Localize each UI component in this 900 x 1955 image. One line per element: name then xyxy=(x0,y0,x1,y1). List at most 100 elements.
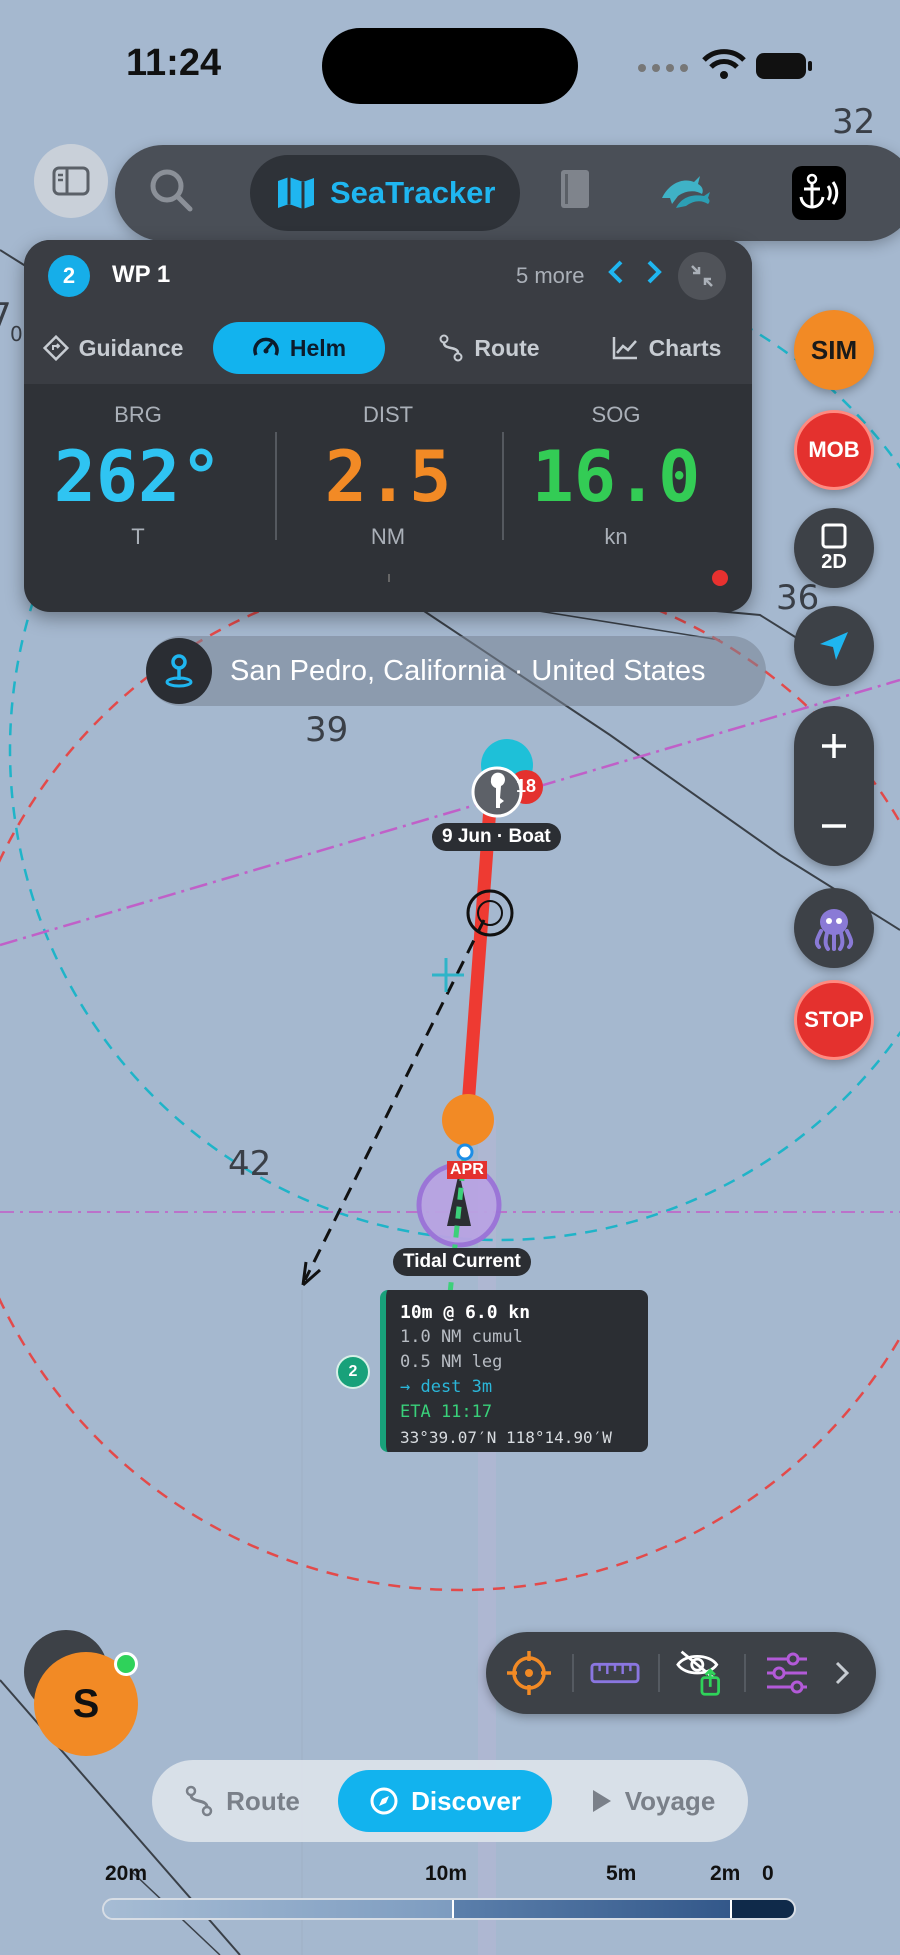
depth-label: 39 xyxy=(305,710,349,750)
metric-distance: DIST 2.5 NM xyxy=(274,384,502,594)
minus-icon xyxy=(822,824,846,828)
panel-tabs: Guidance Helm Route Charts xyxy=(24,312,752,384)
metric-label: SOG xyxy=(591,402,641,427)
waypoint-marker[interactable]: 2 xyxy=(336,1355,370,1389)
brand-button[interactable]: SeaTracker xyxy=(250,155,520,231)
anchor-alarm-button[interactable] xyxy=(792,166,846,220)
bottom-tab-voyage[interactable]: Voyage xyxy=(572,1770,732,1832)
diamond-arrow-icon xyxy=(42,335,69,361)
next-waypoint-button[interactable] xyxy=(644,258,664,294)
octopus-assistant-button[interactable] xyxy=(794,888,874,968)
waypoint-number-badge: 2 xyxy=(48,255,90,297)
zoom-out-button[interactable] xyxy=(794,786,874,866)
chart-line-icon xyxy=(612,337,637,360)
tab-charts[interactable]: Charts xyxy=(596,322,736,374)
tidal-current-label[interactable]: Tidal Current xyxy=(393,1248,531,1276)
tab-label: Route xyxy=(474,334,540,361)
depth-scale-bar xyxy=(102,1898,796,1920)
divider xyxy=(658,1654,660,1692)
collapse-icon xyxy=(691,265,713,287)
guidance-panel: 2 WP 1 5 more Guidance Helm Route Charts… xyxy=(24,240,752,612)
chevron-right-icon xyxy=(647,260,662,284)
divider xyxy=(744,1654,746,1692)
search-button[interactable] xyxy=(146,165,196,215)
book-icon xyxy=(561,170,589,208)
map-icon xyxy=(278,177,314,209)
location-pill[interactable]: San Pedro, California · United States xyxy=(146,636,766,706)
center-location-button[interactable] xyxy=(794,606,874,686)
dolphins-button[interactable] xyxy=(656,165,716,215)
mob-button[interactable]: MOB xyxy=(794,410,874,490)
boat-label[interactable]: 9 Jun · Boat xyxy=(432,823,561,851)
expand-tools-button[interactable] xyxy=(822,1648,862,1698)
sidebar-icon xyxy=(52,166,90,196)
compass-icon xyxy=(370,1787,398,1815)
tab-label: Guidance xyxy=(78,334,184,361)
depth-label: 42 xyxy=(228,1144,272,1184)
tab-label: Charts xyxy=(648,334,722,361)
visibility-share-button[interactable] xyxy=(676,1648,726,1698)
collapse-panel-button[interactable] xyxy=(678,252,726,300)
dolphins-icon xyxy=(662,176,710,208)
location-pin-icon xyxy=(146,638,212,704)
chevron-right-icon xyxy=(835,1661,850,1685)
view-mode-label: 2D xyxy=(821,550,847,573)
leg-coordinates: 33°39.07′N 118°14.90′W xyxy=(400,1428,612,1447)
leg-time-speed: 10m @ 6.0 kn xyxy=(400,1302,531,1323)
ruler-icon xyxy=(590,1662,640,1684)
route-icon xyxy=(185,1785,213,1817)
metric-unit: kn xyxy=(604,524,628,549)
sliders-icon xyxy=(767,1652,807,1694)
leg-eta: ETA 11:17 xyxy=(400,1402,493,1422)
metric-bearing: BRG 262° T xyxy=(24,384,252,594)
octopus-icon xyxy=(814,909,854,951)
location-text: San Pedro, California · United States xyxy=(230,654,706,687)
leg-dest: → dest 3m xyxy=(400,1377,493,1397)
prev-waypoint-button[interactable] xyxy=(606,258,626,294)
depth-label: 32 xyxy=(832,102,876,142)
crosshair-icon xyxy=(507,1651,551,1695)
sim-button[interactable]: SIM xyxy=(794,310,874,390)
ruler-button[interactable] xyxy=(590,1648,640,1698)
status-time: 11:24 xyxy=(126,42,222,84)
tab-label: Route xyxy=(226,1785,300,1816)
bottom-tab-discover[interactable]: Discover xyxy=(338,1770,552,1832)
crosshair-button[interactable] xyxy=(504,1648,554,1698)
gauge-icon xyxy=(253,337,279,356)
metric-sog: SOG 16.0 kn xyxy=(502,384,730,594)
layers-settings-button[interactable] xyxy=(762,1648,812,1698)
depth-band xyxy=(732,1900,794,1918)
view-mode-button[interactable]: 2D xyxy=(794,508,874,588)
leg-cumulative: 1.0 NM cumul xyxy=(400,1327,523,1347)
metric-value: 16.0 xyxy=(531,436,701,518)
leg-info-card[interactable]: 10m @ 6.0 kn 1.0 NM cumul 0.5 NM leg → d… xyxy=(380,1290,648,1452)
sidebar-toggle-button[interactable] xyxy=(34,144,108,218)
plus-icon xyxy=(822,734,846,758)
tab-guidance[interactable]: Guidance xyxy=(38,322,188,374)
more-waypoints-label: 5 more xyxy=(516,263,585,288)
depth-band xyxy=(454,1900,730,1918)
tab-helm[interactable]: Helm xyxy=(213,322,385,374)
depth-band xyxy=(104,1900,452,1918)
stop-button[interactable]: STOP xyxy=(794,980,874,1060)
depth-scale-label: 2m xyxy=(710,1862,741,1885)
recording-indicator xyxy=(712,570,728,586)
page-indicator xyxy=(388,574,390,582)
boat-badge: 18 xyxy=(516,776,537,796)
square-icon xyxy=(821,523,847,548)
anchor-alarm-icon xyxy=(799,173,839,209)
tab-route[interactable]: Route xyxy=(424,322,554,374)
visibility-share-icon xyxy=(676,1650,720,1696)
approach-tag: APR xyxy=(447,1161,487,1179)
signal-icon xyxy=(638,64,688,72)
metric-label: BRG xyxy=(114,402,162,427)
battery-icon xyxy=(756,53,812,79)
depth-scale-label: 5m xyxy=(606,1862,637,1885)
bottom-tab-route[interactable]: Route xyxy=(172,1770,312,1832)
metric-unit: T xyxy=(131,524,145,549)
search-icon xyxy=(150,169,193,212)
brand-label: SeaTracker xyxy=(330,175,496,210)
zoom-in-button[interactable] xyxy=(794,706,874,786)
chevron-left-icon xyxy=(608,260,623,284)
logbook-button[interactable] xyxy=(550,165,600,215)
